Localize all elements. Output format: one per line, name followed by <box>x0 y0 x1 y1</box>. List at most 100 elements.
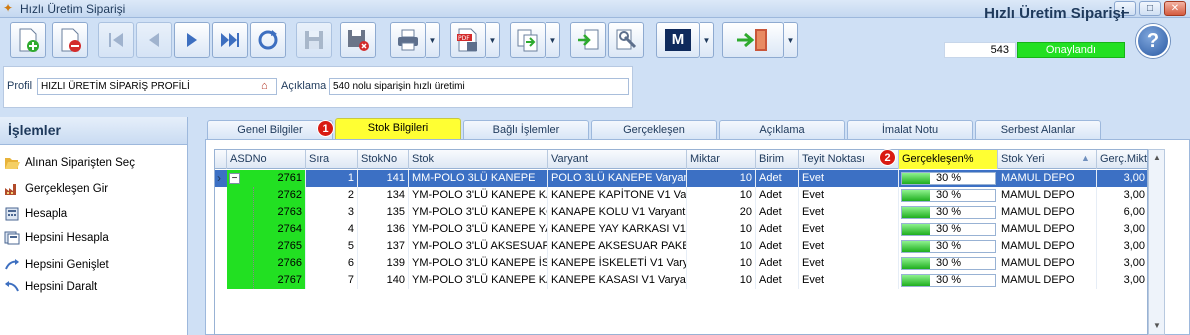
action-select-from-order[interactable]: Alınan Siparişten Seç <box>4 154 135 172</box>
refresh-button[interactable] <box>250 22 286 58</box>
cell-sira[interactable]: 6 <box>306 255 358 272</box>
table-row[interactable]: 27677140YM-POLO 3'LÜ KANEPE KASASIKANEPE… <box>215 272 1147 289</box>
table-row[interactable]: 27644136YM-POLO 3'LÜ KANEPE YAY KARKASIK… <box>215 221 1147 238</box>
cell-gerc-miktar[interactable]: 6,00 <box>1097 204 1147 221</box>
header-stok[interactable]: Stok <box>409 150 548 169</box>
cell-gerc-miktar[interactable]: 3,00 <box>1097 272 1147 289</box>
cell-gerc-miktar[interactable]: 3,00 <box>1097 238 1147 255</box>
cell-miktar[interactable]: 10 <box>687 255 756 272</box>
tools-button[interactable] <box>608 22 644 58</box>
header-realized-pct[interactable]: Gerçekleşen% <box>899 150 998 169</box>
table-row[interactable]: 27633135YM-POLO 3'LÜ KANEPE KOLUKANAPE K… <box>215 204 1147 221</box>
cell-varyant[interactable]: KANEPE KAPİTONE V1 Varyantı <box>548 187 687 204</box>
description-field[interactable]: 540 nolu siparişin hızlı üretimi <box>329 78 629 95</box>
cell-sira[interactable]: 1 <box>306 170 358 187</box>
exit-dropdown[interactable]: ▼ <box>784 22 798 58</box>
cell-teyit[interactable]: Evet <box>799 170 899 187</box>
cell-sira[interactable]: 3 <box>306 204 358 221</box>
new-button[interactable] <box>10 22 46 58</box>
cell-teyit[interactable]: Evet <box>799 221 899 238</box>
cell-stokno[interactable]: 136 <box>358 221 409 238</box>
cell-sira[interactable]: 5 <box>306 238 358 255</box>
header-varyant[interactable]: Varyant <box>548 150 687 169</box>
cell-asdno[interactable]: 2762 <box>227 187 306 204</box>
copy-dropdown[interactable]: ▼ <box>546 22 560 58</box>
table-row[interactable]: 27622134YM-POLO 3'LÜ KANEPE KAPİTONEKANE… <box>215 187 1147 204</box>
cell-birim[interactable]: Adet <box>756 170 799 187</box>
header-stokno[interactable]: StokNo <box>358 150 409 169</box>
cell-varyant[interactable]: KANEPE KASASI V1 Varyantı <box>548 272 687 289</box>
m-logo-dropdown[interactable]: ▼ <box>700 22 714 58</box>
table-row[interactable]: 27655137YM-POLO 3'LÜ AKSESUAR VEKANEPE A… <box>215 238 1147 255</box>
cell-gerc-miktar[interactable]: 3,00 <box>1097 255 1147 272</box>
cell-varyant[interactable]: KANAPE KOLU V1 Varyantı <box>548 204 687 221</box>
profile-field[interactable]: HIZLI ÜRETİM SİPARİŞ PROFİLİ <box>37 78 277 95</box>
table-row[interactable]: 2761 1 141 MM-POLO 3LÜ KANEPE POLO 3LÜ KANEP… <box>215 170 1147 187</box>
cell-asdno[interactable]: 2766 <box>227 255 306 272</box>
scroll-down-icon[interactable]: ▼ <box>1151 320 1163 332</box>
tab-linked-operations[interactable]: Bağlı İşlemler <box>463 120 589 140</box>
cell-stokno[interactable]: 134 <box>358 187 409 204</box>
header-miktar[interactable]: Miktar <box>687 150 756 169</box>
tab-realized[interactable]: Gerçekleşen <box>591 120 717 140</box>
cell-gerc-miktar[interactable]: 3,00 <box>1097 221 1147 238</box>
cell-asdno[interactable]: 2763 <box>227 204 306 221</box>
cell-stok[interactable]: MM-POLO 3LÜ KANEPE <box>409 170 548 187</box>
cell-stok-yeri[interactable]: MAMUL DEPO <box>998 170 1097 187</box>
action-expand-all[interactable]: Hepsini Genişlet <box>4 256 109 274</box>
cell-birim[interactable]: Adet <box>756 238 799 255</box>
cell-asdno[interactable]: 2765 <box>227 238 306 255</box>
m-logo-button[interactable]: M <box>656 22 700 58</box>
cell-birim[interactable]: Adet <box>756 272 799 289</box>
cell-asdno[interactable]: 2764 <box>227 221 306 238</box>
cell-birim[interactable]: Adet <box>756 204 799 221</box>
cell-stok[interactable]: YM-POLO 3'LÜ KANEPE KOLU <box>409 204 548 221</box>
next-record-button[interactable] <box>174 22 210 58</box>
cell-birim[interactable]: Adet <box>756 255 799 272</box>
delete-button[interactable] <box>52 22 88 58</box>
pdf-export-dropdown[interactable]: ▼ <box>486 22 500 58</box>
stock-grid[interactable]: ASDNo Sıra StokNo Stok Varyant Miktar Bi… <box>214 149 1148 335</box>
cell-stok-yeri[interactable]: MAMUL DEPO <box>998 204 1097 221</box>
cell-gerc-miktar[interactable]: 3,00 <box>1097 170 1147 187</box>
exit-button[interactable] <box>722 22 784 58</box>
cell-varyant[interactable]: KANEPE YAY KARKASI V1 Varyantı <box>548 221 687 238</box>
header-asdno[interactable]: ASDNo <box>227 150 306 169</box>
tab-free-fields[interactable]: Serbest Alanlar <box>975 120 1101 140</box>
cell-stok[interactable]: YM-POLO 3'LÜ KANEPE İSKELET <box>409 255 548 272</box>
cell-stok[interactable]: YM-POLO 3'LÜ AKSESUAR VE <box>409 238 548 255</box>
cell-teyit[interactable]: Evet <box>799 187 899 204</box>
cell-stokno[interactable]: 137 <box>358 238 409 255</box>
pdf-export-button[interactable]: PDF <box>450 22 486 58</box>
import-button[interactable] <box>570 22 606 58</box>
cell-stok-yeri[interactable]: MAMUL DEPO <box>998 187 1097 204</box>
save-button[interactable] <box>296 22 332 58</box>
cell-stok-yeri[interactable]: MAMUL DEPO <box>998 238 1097 255</box>
cell-sira[interactable]: 2 <box>306 187 358 204</box>
header-sira[interactable]: Sıra <box>306 150 358 169</box>
action-calculate[interactable]: Hesapla <box>4 205 67 223</box>
tab-manufacturing-note[interactable]: İmalat Notu <box>847 120 973 140</box>
tab-general-info[interactable]: Genel Bilgiler <box>207 120 333 140</box>
cell-teyit[interactable]: Evet <box>799 204 899 221</box>
cell-miktar[interactable]: 20 <box>687 204 756 221</box>
action-calculate-all[interactable]: Hepsini Hesapla <box>4 229 109 247</box>
cell-stok-yeri[interactable]: MAMUL DEPO <box>998 255 1097 272</box>
cell-stokno[interactable]: 135 <box>358 204 409 221</box>
table-row[interactable]: 27666139YM-POLO 3'LÜ KANEPE İSKELETKANEP… <box>215 255 1147 272</box>
header-birim[interactable]: Birim <box>756 150 799 169</box>
action-enter-realized[interactable]: Gerçekleşen Gir <box>4 180 108 198</box>
cell-varyant[interactable]: POLO 3LÜ KANEPE Varyantı <box>548 170 687 187</box>
cell-sira[interactable]: 4 <box>306 221 358 238</box>
cell-miktar[interactable]: 10 <box>687 272 756 289</box>
cell-stok[interactable]: YM-POLO 3'LÜ KANEPE KASASI <box>409 272 548 289</box>
profile-lookup-icon[interactable]: ⌂ <box>261 80 268 92</box>
previous-record-button[interactable] <box>136 22 172 58</box>
tab-stock-info[interactable]: Stok Bilgileri <box>335 118 461 140</box>
cell-gerc-miktar[interactable]: 3,00 <box>1097 187 1147 204</box>
cell-stokno[interactable]: 139 <box>358 255 409 272</box>
print-dropdown[interactable]: ▼ <box>426 22 440 58</box>
print-button[interactable] <box>390 22 426 58</box>
close-button[interactable]: ✕ <box>1164 1 1186 16</box>
cell-stokno[interactable]: 140 <box>358 272 409 289</box>
